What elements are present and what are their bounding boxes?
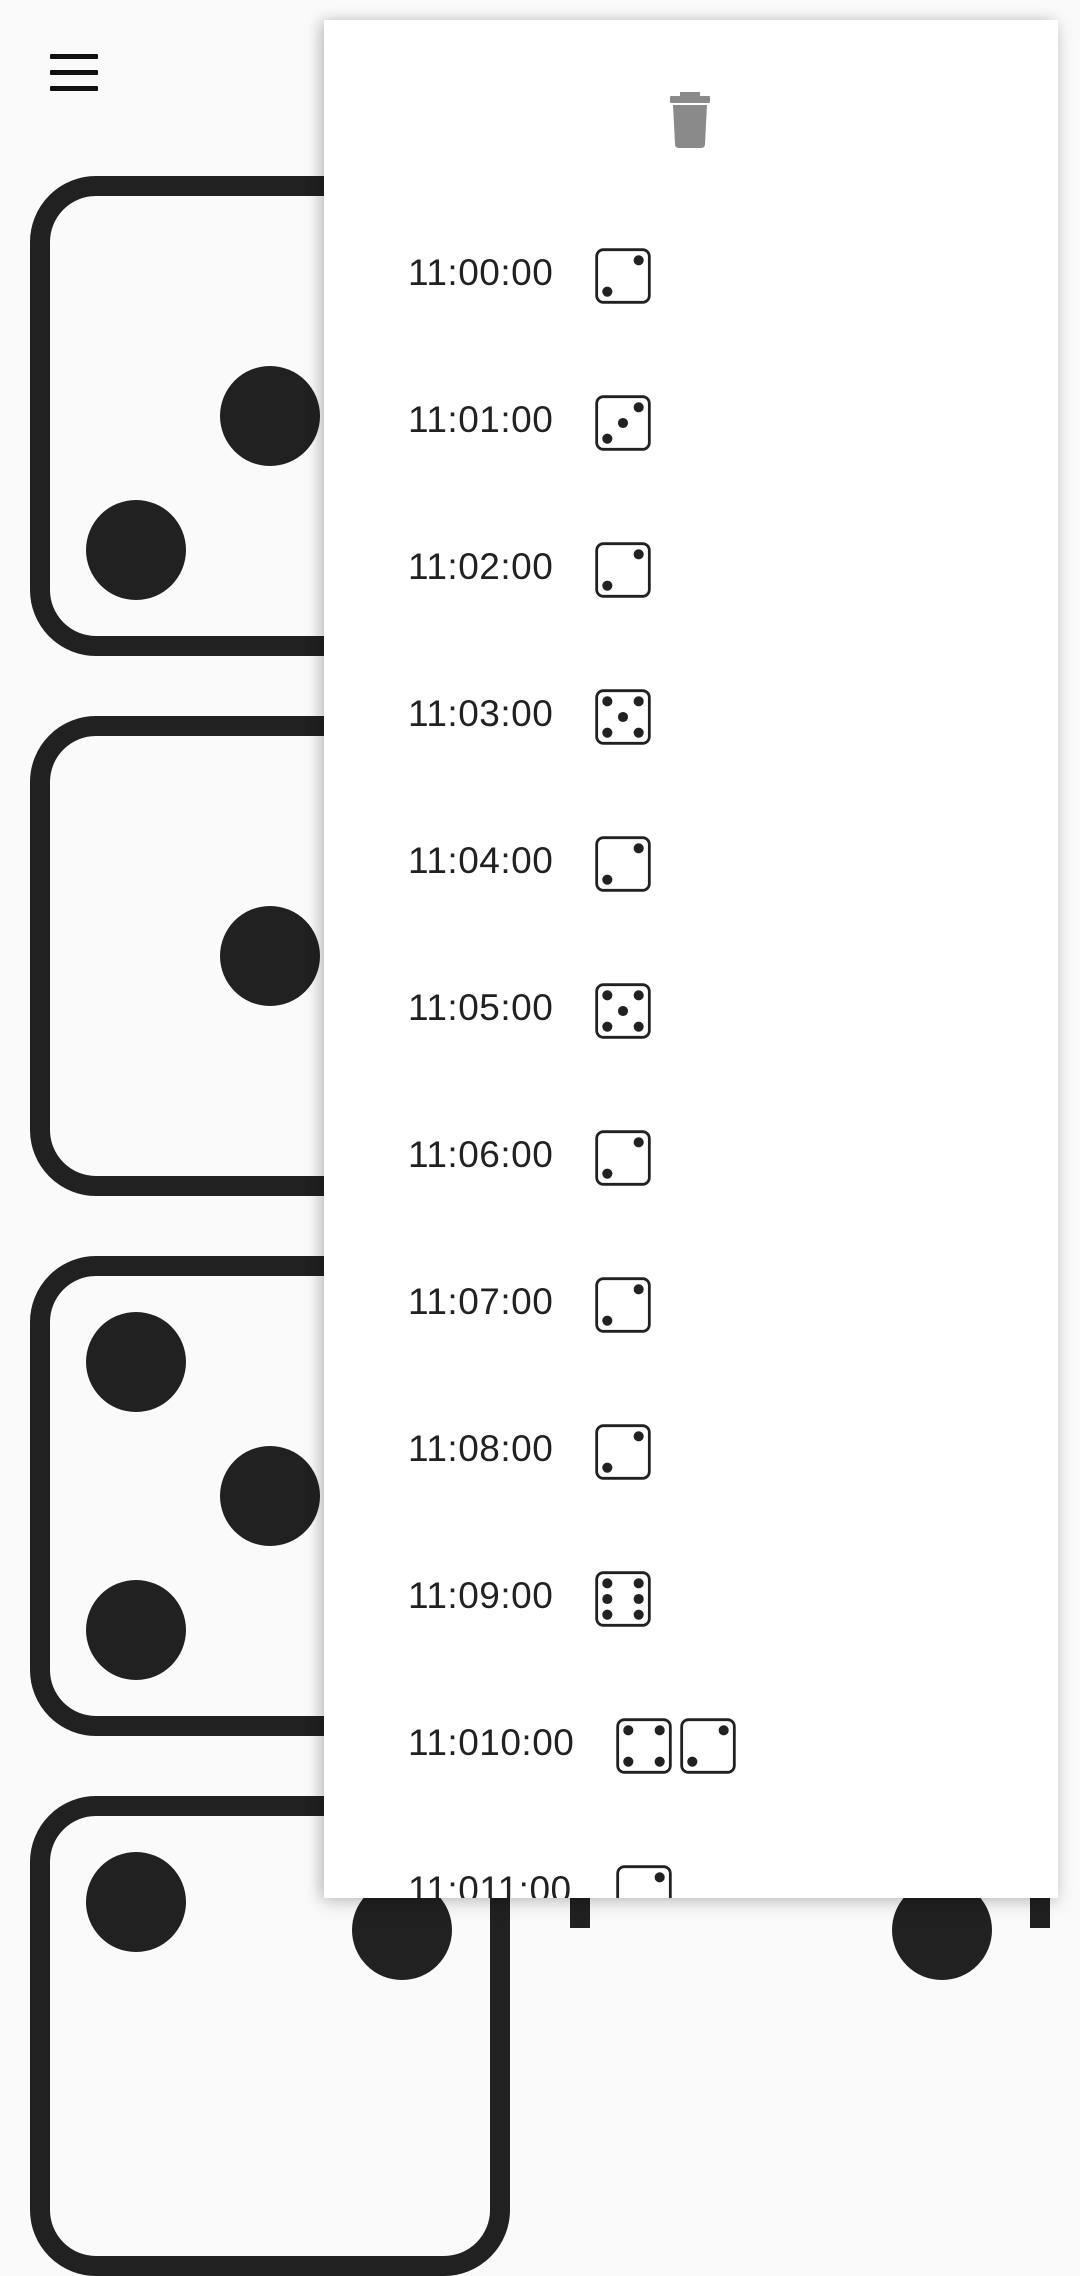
history-entry[interactable]: 11:08:00 <box>408 1424 1008 1504</box>
die-pip <box>86 1312 186 1412</box>
die-face-2-icon <box>595 1130 651 1186</box>
history-dice <box>595 1571 651 1627</box>
die-pip <box>602 874 613 885</box>
die-pip <box>602 727 613 738</box>
history-dice <box>616 1718 736 1774</box>
history-dice <box>595 248 651 304</box>
die-pip <box>633 1609 644 1620</box>
die-pip <box>602 580 613 591</box>
history-entry[interactable]: 11:06:00 <box>408 1130 1008 1210</box>
die-pip <box>86 500 186 600</box>
die-face-2-icon <box>595 1424 651 1480</box>
die-face-2-icon <box>595 836 651 892</box>
die-pip <box>654 1725 665 1736</box>
die-pip <box>86 1580 186 1680</box>
die-pip <box>633 843 644 854</box>
die-pip <box>602 696 613 707</box>
die-face-5-icon <box>595 983 651 1039</box>
die-pip <box>617 711 629 723</box>
history-time: 11:04:00 <box>408 840 554 881</box>
history-time: 11:08:00 <box>408 1428 554 1469</box>
history-entry[interactable]: 11:02:00 <box>408 542 1008 622</box>
die-face-6-icon <box>595 1571 651 1627</box>
die-pip <box>718 1725 729 1736</box>
die-pip <box>617 417 629 429</box>
history-dice <box>595 1130 651 1186</box>
die-pip <box>633 549 644 560</box>
history-time: 11:01:00 <box>408 399 554 440</box>
die-pip <box>602 433 613 444</box>
die-pip <box>633 255 644 266</box>
trash-icon[interactable] <box>667 90 713 150</box>
die-face-3-icon <box>595 395 651 451</box>
die-face-2-icon <box>616 1865 672 1898</box>
history-entry[interactable]: 11:07:00 <box>408 1277 1008 1357</box>
die-pip <box>86 1852 186 1952</box>
die-face-2-icon <box>595 542 651 598</box>
history-entry[interactable]: 11:00:00 <box>408 248 1008 328</box>
history-time: 11:010:00 <box>408 1722 575 1763</box>
die-pip <box>602 1462 613 1473</box>
die-pip <box>633 727 644 738</box>
history-entry[interactable]: 11:05:00 <box>408 983 1008 1063</box>
die-face-2-icon <box>595 1277 651 1333</box>
history-dice <box>595 1424 651 1480</box>
die-pip <box>617 1005 629 1017</box>
die-face-2-icon <box>595 248 651 304</box>
history-time: 11:05:00 <box>408 987 554 1028</box>
die-pip <box>633 1593 644 1605</box>
die-pip <box>602 1593 613 1605</box>
die-pip <box>220 1446 320 1546</box>
history-entry[interactable]: 11:09:00 <box>408 1571 1008 1651</box>
die-pip <box>602 1021 613 1032</box>
history-entry[interactable]: 11:01:00 <box>408 395 1008 475</box>
die-face-2-icon <box>680 1718 736 1774</box>
die-pip <box>654 1756 665 1767</box>
die-pip <box>602 1578 613 1589</box>
hamburger-menu-icon[interactable] <box>44 50 104 100</box>
die-pip <box>623 1725 634 1736</box>
history-dice <box>595 542 651 598</box>
die-pip <box>623 1756 634 1767</box>
history-dice <box>595 395 651 451</box>
history-entry[interactable]: 11:010:00 <box>408 1718 1008 1798</box>
die-pip <box>602 1315 613 1326</box>
die-pip <box>602 286 613 297</box>
history-time: 11:02:00 <box>408 546 554 587</box>
die-pip <box>687 1756 698 1767</box>
die-pip <box>602 1609 613 1620</box>
history-time: 11:06:00 <box>408 1134 554 1175</box>
history-dice <box>616 1865 672 1898</box>
die-pip <box>602 990 613 1001</box>
die-face-4-icon <box>616 1718 672 1774</box>
die-pip <box>633 402 644 413</box>
history-entry[interactable]: 11:04:00 <box>408 836 1008 916</box>
history-time: 11:011:00 <box>408 1869 572 1898</box>
die-pip <box>602 1168 613 1179</box>
history-dice <box>595 983 651 1039</box>
die-pip <box>633 1431 644 1442</box>
die-pip <box>633 1021 644 1032</box>
history-time: 11:03:00 <box>408 693 554 734</box>
history-dice <box>595 836 651 892</box>
die-pip <box>220 906 320 1006</box>
history-entry[interactable]: 11:011:00 <box>408 1865 1008 1898</box>
die-pip <box>633 1284 644 1295</box>
die-pip <box>220 366 320 466</box>
history-time: 11:09:00 <box>408 1575 554 1616</box>
roll-history-panel: 11:00:00 11:01:00 11:02:00 11:03:00 11:04:00… <box>324 20 1058 1898</box>
die-pip <box>654 1872 665 1883</box>
die-pip <box>633 1578 644 1589</box>
die-face-5-icon <box>595 689 651 745</box>
die-pip <box>633 1137 644 1148</box>
history-dice <box>595 689 651 745</box>
history-dice <box>595 1277 651 1333</box>
die-pip <box>633 990 644 1001</box>
history-time: 11:07:00 <box>408 1281 554 1322</box>
history-entry[interactable]: 11:03:00 <box>408 689 1008 769</box>
die-pip <box>633 696 644 707</box>
history-time: 11:00:00 <box>408 252 554 293</box>
